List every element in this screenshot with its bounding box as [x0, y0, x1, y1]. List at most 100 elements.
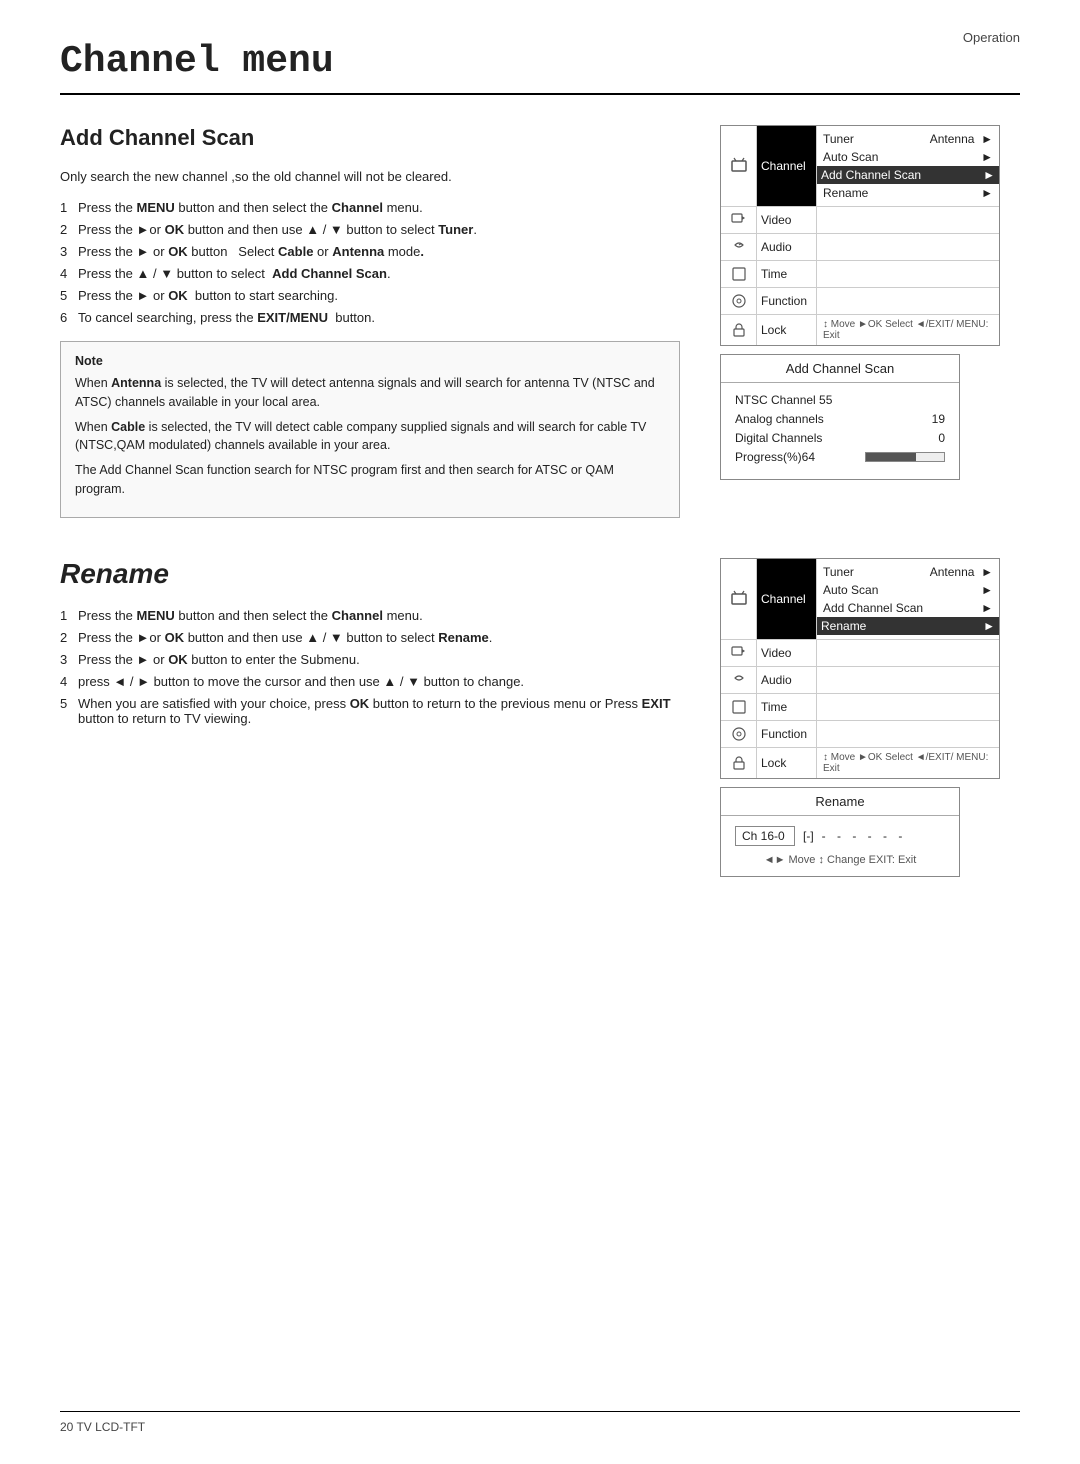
lock-icon — [721, 315, 757, 345]
menu-row-audio: Audio — [721, 234, 999, 261]
rename-bold-channel: Channel — [332, 608, 383, 623]
tv-menu-add-channel: Channel Tuner Antenna ► Auto Scan ► Add … — [720, 125, 1000, 346]
bold-exit-menu: EXIT/MENU — [257, 310, 328, 325]
rename-menu-items-lock: ↕ Move ►OK Select ◄/EXIT/ MENU: Exit — [817, 748, 999, 778]
rename-add-channel-label: Add Channel Scan — [823, 601, 923, 615]
rename-menu-label-channel: Channel — [757, 559, 817, 639]
bold-channel: Channel — [332, 200, 383, 215]
rename-step-1: 1 Press the MENU button and then select … — [60, 608, 680, 623]
add-channel-scan-right: Channel Tuner Antenna ► Auto Scan ► Add … — [720, 125, 1020, 518]
menu-label-video: Video — [757, 207, 817, 233]
add-channel-scan-left: Add Channel Scan Only search the new cha… — [60, 125, 680, 518]
video-icon — [721, 207, 757, 233]
rename-menu-row-time: Time — [721, 694, 999, 721]
bold-ok: OK — [165, 222, 185, 237]
rename-bold-ok-5: OK — [350, 696, 370, 711]
rename-left: Rename 1 Press the MENU button and then … — [60, 558, 680, 877]
rename-menu-label-audio: Audio — [757, 667, 817, 693]
bold-ok-3: OK — [168, 244, 188, 259]
rename-menu-row-lock: Lock ↕ Move ►OK Select ◄/EXIT/ MENU: Exi… — [721, 748, 999, 778]
menu-items-audio-empty — [817, 234, 999, 260]
bold-ok-5: OK — [168, 288, 188, 303]
bold-cable: Cable — [278, 244, 313, 259]
rename-input-box[interactable]: Ch 16-0 — [735, 826, 795, 846]
add-channel-scan-title: Add Channel Scan — [60, 125, 680, 151]
bold-tuner: Tuner — [438, 222, 473, 237]
rename-popup-body: Ch 16-0 [-] - - - - - - ◄► Move ↕ Change… — [721, 816, 959, 876]
step-4: 4 Press the ▲ / ▼ button to select Add C… — [60, 266, 680, 281]
menu-items-video-empty — [817, 207, 999, 233]
menu-item-auto-scan: Auto Scan ► — [823, 148, 993, 166]
rename-step-4: 4 press ◄ / ► button to move the cursor … — [60, 674, 680, 689]
rename-menu-items-channel: Tuner Antenna ► Auto Scan ► Add Channel … — [817, 559, 999, 639]
rename-tuner-label: Tuner — [823, 565, 854, 579]
rename-bold-ok-3: OK — [168, 652, 188, 667]
rename-step-3: 3 Press the ► or OK button to enter the … — [60, 652, 680, 667]
menu-label-time: Time — [757, 261, 817, 287]
scan-ntsc-label: NTSC Channel 55 — [735, 393, 832, 407]
menu-label-lock: Lock — [757, 315, 817, 345]
rename-function-icon — [721, 721, 757, 747]
rename-bold-menu: MENU — [137, 608, 175, 623]
menu-label-audio: Audio — [757, 234, 817, 260]
menu-item-add-channel-scan: Add Channel Scan ► — [817, 166, 999, 184]
scan-analog-value: 19 — [932, 412, 945, 426]
rename-menu-item-auto-scan: Auto Scan ► — [823, 581, 993, 599]
rename-right: Channel Tuner Antenna ► Auto Scan ► Add … — [720, 558, 1020, 877]
bold-antenna: Antenna — [332, 244, 384, 259]
channel-icon — [721, 126, 757, 206]
rename-step-2: 2 Press the ►or OK button and then use ▲… — [60, 630, 680, 645]
note-p1: When Antenna is selected, the TV will de… — [75, 374, 665, 412]
rename-steps: 1 Press the MENU button and then select … — [60, 608, 680, 726]
rename-menu-items-time-empty — [817, 694, 999, 720]
rename-lock-icon — [721, 748, 757, 778]
menu-row-channel: Channel Tuner Antenna ► Auto Scan ► Add … — [721, 126, 999, 207]
rename-menu-row-audio: Audio — [721, 667, 999, 694]
menu-items-function-empty — [817, 288, 999, 314]
scan-row-analog: Analog channels 19 — [735, 412, 945, 426]
scan-popup-body: NTSC Channel 55 Analog channels 19 Digit… — [721, 383, 959, 479]
scan-popup: Add Channel Scan NTSC Channel 55 Analog … — [720, 354, 960, 480]
menu-items-time-empty — [817, 261, 999, 287]
menu-label-function: Function — [757, 288, 817, 314]
menu-item-auto-scan-arrow: ► — [981, 150, 993, 164]
step-1: 1 Press the MENU button and then select … — [60, 200, 680, 215]
rename-bold-ok: OK — [165, 630, 185, 645]
footer: 20 TV LCD-TFT — [60, 1411, 1020, 1434]
footer-text: 20 TV LCD-TFT — [60, 1420, 145, 1434]
rename-menu-row-channel: Channel Tuner Antenna ► Auto Scan ► Add … — [721, 559, 999, 640]
note-p3: The Add Channel Scan function search for… — [75, 461, 665, 499]
rename-popup-hint: ◄► Move ↕ Change EXIT: Exit — [735, 854, 945, 866]
rename-dashes: - - - - - - — [822, 829, 907, 843]
progress-bar-container — [865, 450, 945, 464]
progress-bar-inner — [866, 453, 916, 461]
rename-menu-item-tuner: Tuner Antenna ► — [823, 563, 993, 581]
audio-icon — [721, 234, 757, 260]
bold-add-channel-scan: Add Channel Scan — [272, 266, 387, 281]
rename-menu-label-lock: Lock — [757, 748, 817, 778]
rename-menu-row-video: Video — [721, 640, 999, 667]
step-5: 5 Press the ► or OK button to start sear… — [60, 288, 680, 303]
rename-menu-label-time: Time — [757, 694, 817, 720]
rename-menu-label-video: Video — [757, 640, 817, 666]
menu-row-lock: Lock ↕ Move ►OK Select ◄/EXIT/ MENU: Exi… — [721, 315, 999, 345]
rename-auto-scan-arrow: ► — [981, 583, 993, 597]
step-2: 2 Press the ►or OK button and then use ▲… — [60, 222, 680, 237]
rename-separator: [-] — [803, 829, 814, 843]
rename-menu-hint: ↕ Move ►OK Select ◄/EXIT/ MENU: Exit — [823, 752, 991, 774]
rename-menu-item-rename: Rename ► — [817, 617, 999, 635]
menu-item-rename: Rename ► — [823, 184, 993, 202]
bold-menu: MENU — [137, 200, 175, 215]
menu-row-function: Function — [721, 288, 999, 315]
rename-bold-rename: Rename — [438, 630, 489, 645]
scan-popup-title: Add Channel Scan — [721, 355, 959, 383]
menu-items-lock: ↕ Move ►OK Select ◄/EXIT/ MENU: Exit — [817, 315, 999, 345]
time-icon — [721, 261, 757, 287]
menu-item-tuner-label: Tuner — [823, 132, 854, 146]
rename-menu-items-function-empty — [817, 721, 999, 747]
rename-audio-icon — [721, 667, 757, 693]
rename-input-row: Ch 16-0 [-] - - - - - - — [735, 826, 945, 846]
scan-row-progress: Progress(%)64 — [735, 450, 945, 464]
add-channel-scan-steps: 1 Press the MENU button and then select … — [60, 200, 680, 325]
rename-menu-label-function: Function — [757, 721, 817, 747]
